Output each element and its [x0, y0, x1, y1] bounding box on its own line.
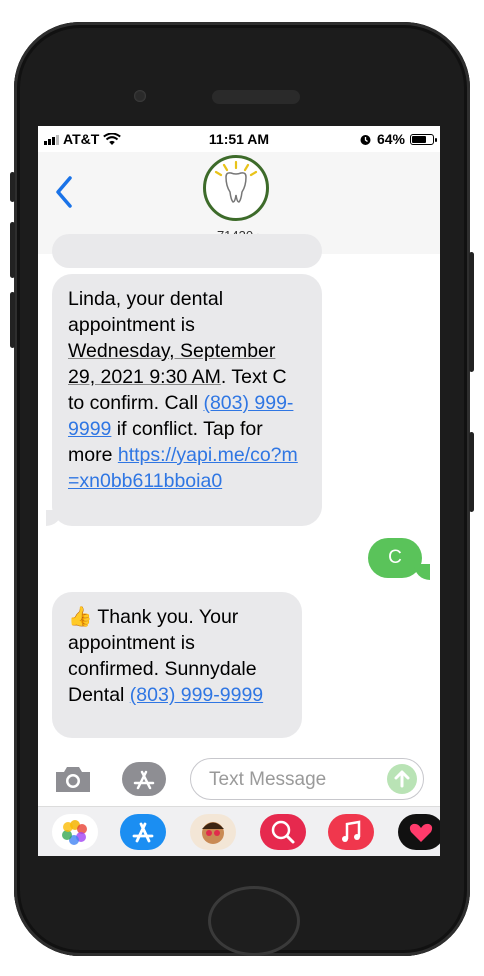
status-bar: AT&T 11:51 AM 64% [38, 126, 440, 152]
imessage-app-drawer [38, 806, 440, 856]
compose-bar [38, 754, 440, 806]
side-button-lower [469, 432, 474, 512]
earpiece-speaker [212, 90, 300, 104]
photos-icon[interactable] [52, 814, 98, 850]
battery-percent: 64% [376, 131, 405, 147]
message-bubble-incoming[interactable]: 👍 Thank you. Your appointment is confirm… [52, 592, 302, 738]
volume-down-button [10, 292, 15, 348]
message-bubble-incoming[interactable]: Linda, your dental appointment is Wednes… [52, 274, 322, 526]
phone-screen: AT&T 11:51 AM 64% Linda, your dental app… [38, 126, 440, 856]
phone-link[interactable]: (803) 999-9999 [130, 684, 263, 706]
message-text: C [388, 547, 402, 568]
thumbs-up-emoji: 👍 [68, 606, 93, 628]
message-input-field[interactable] [190, 758, 424, 800]
message-input[interactable] [207, 767, 381, 793]
digital-touch-icon[interactable] [398, 814, 440, 850]
home-button[interactable] [208, 886, 300, 956]
message-bubble-outgoing[interactable]: C [368, 538, 422, 578]
power-button [469, 252, 474, 372]
camera-icon[interactable] [52, 762, 94, 796]
previous-message-fragment [52, 234, 322, 268]
alarm-icon [360, 134, 371, 145]
tooth-logo-icon[interactable] [203, 155, 269, 221]
music-icon[interactable] [328, 814, 374, 850]
message-thread[interactable]: Linda, your dental appointment is Wednes… [38, 234, 440, 754]
web-search-icon[interactable] [260, 814, 306, 850]
battery-icon [410, 133, 437, 145]
memoji-icon[interactable] [190, 814, 236, 850]
send-arrow-icon[interactable] [387, 764, 417, 794]
app-store-icon[interactable] [120, 814, 166, 850]
bubble-tail [414, 564, 430, 580]
volume-up-button [10, 222, 15, 278]
message-text: Linda, your dental appointment is [68, 288, 224, 336]
mute-switch [10, 172, 15, 202]
front-camera [134, 90, 146, 102]
app-store-icon[interactable] [122, 762, 166, 796]
chevron-left-icon[interactable] [52, 172, 76, 212]
bubble-tail [46, 510, 62, 526]
